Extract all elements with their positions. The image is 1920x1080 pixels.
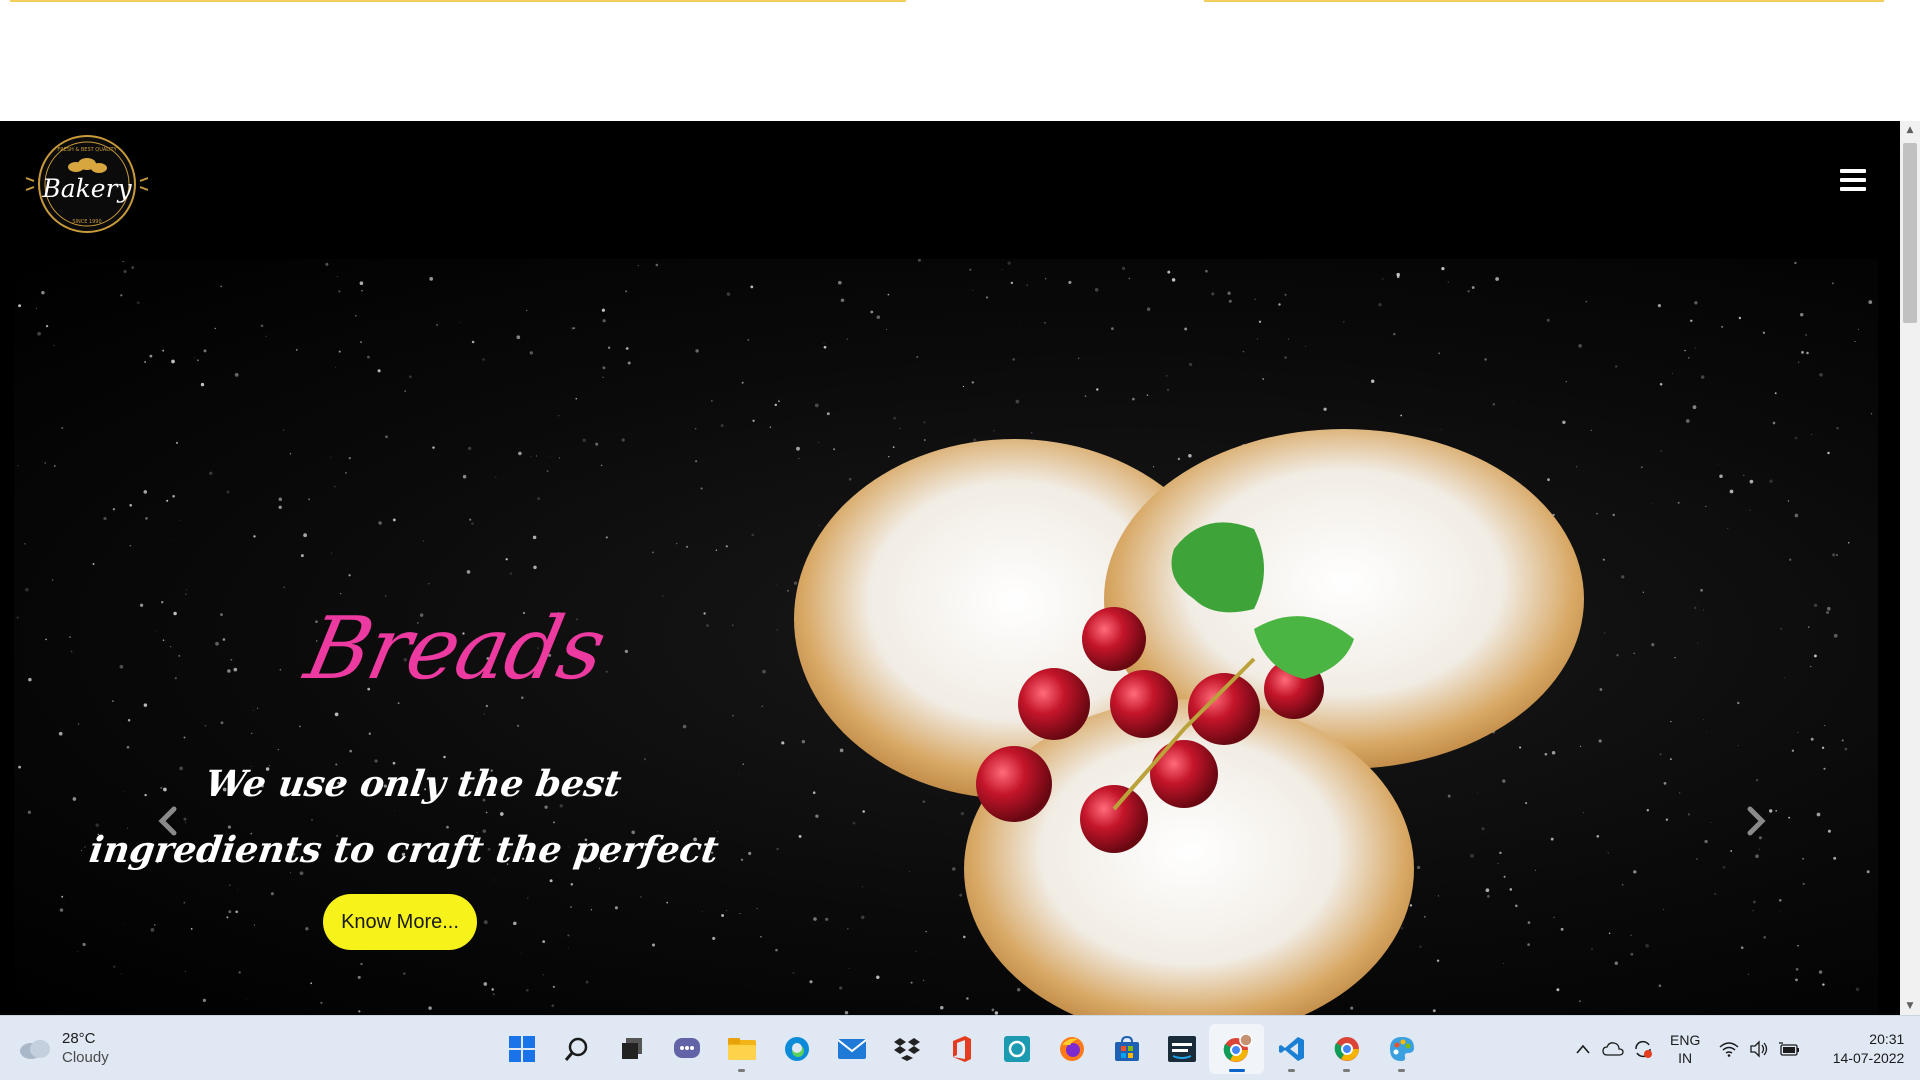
volume-icon[interactable] xyxy=(1744,1034,1774,1064)
windows-taskbar: 28°C Cloudy ENG IN 20:31 14-07-2022 xyxy=(0,1015,1920,1080)
vscode-icon[interactable] xyxy=(1264,1024,1319,1074)
dropbox-icon[interactable] xyxy=(879,1024,934,1074)
active-indicator xyxy=(1229,1069,1245,1072)
prime-video-icon[interactable] xyxy=(1154,1024,1209,1074)
weather-condition: Cloudy xyxy=(62,1049,109,1066)
battery-icon[interactable] xyxy=(1774,1034,1804,1064)
hamburger-bar xyxy=(1840,169,1866,173)
chrome-icon[interactable] xyxy=(1319,1024,1374,1074)
hamburger-menu-icon[interactable] xyxy=(1840,169,1866,191)
clock[interactable]: 20:31 14-07-2022 xyxy=(1824,1030,1905,1068)
language-indicator[interactable]: ENG IN xyxy=(1670,1031,1700,1067)
running-indicator xyxy=(1343,1069,1350,1072)
edge-icon[interactable] xyxy=(769,1024,824,1074)
navbar: Bakery FRESH & BEST QUALITY SINCE 1990 xyxy=(0,121,1900,259)
hamburger-bar xyxy=(1840,178,1866,182)
alexa-icon[interactable] xyxy=(989,1024,1044,1074)
know-more-button[interactable]: Know More... xyxy=(323,894,477,950)
top-strip xyxy=(0,0,1920,121)
taskbar-apps xyxy=(494,1024,1429,1074)
scroll-down-icon[interactable]: ▼ xyxy=(1900,997,1920,1015)
windows-start-icon[interactable] xyxy=(494,1024,549,1074)
clock-time: 20:31 xyxy=(1869,1031,1905,1047)
chrome-profile-icon[interactable] xyxy=(1209,1024,1264,1074)
file-explorer-icon[interactable] xyxy=(714,1024,769,1074)
scrollbar-thumb[interactable] xyxy=(1903,143,1917,323)
page: Bakery FRESH & BEST QUALITY SINCE 1990 B… xyxy=(0,121,1900,1015)
sync-icon[interactable] xyxy=(1628,1034,1658,1064)
logo-bottom-text: SINCE 1990 xyxy=(72,219,101,225)
wifi-icon[interactable] xyxy=(1714,1034,1744,1064)
cloud-icon xyxy=(20,1040,50,1059)
firefox-icon[interactable] xyxy=(1044,1024,1099,1074)
pastry-image xyxy=(794,429,1584,1015)
hamburger-bar xyxy=(1840,187,1866,191)
onedrive-cloud-icon[interactable] xyxy=(1598,1034,1628,1064)
office-icon[interactable] xyxy=(934,1024,989,1074)
task-view-icon[interactable] xyxy=(604,1024,659,1074)
clock-date: 14-07-2022 xyxy=(1832,1050,1905,1066)
hero-title: Breads xyxy=(297,599,613,699)
chevron-up-icon[interactable] xyxy=(1568,1034,1598,1064)
logo-top-text: FRESH & BEST QUALITY xyxy=(57,147,117,153)
mail-icon[interactable] xyxy=(824,1024,879,1074)
microsoft-store-icon[interactable] xyxy=(1099,1024,1154,1074)
search-icon[interactable] xyxy=(549,1024,604,1074)
language-line1: ENG xyxy=(1670,1032,1701,1048)
running-indicator xyxy=(1288,1069,1295,1072)
carousel-next-arrow-icon[interactable] xyxy=(1740,801,1770,841)
running-indicator xyxy=(1398,1069,1405,1072)
paint-icon[interactable] xyxy=(1374,1024,1429,1074)
gold-line-right xyxy=(1204,0,1884,2)
vertical-scrollbar[interactable]: ▲ ▼ xyxy=(1900,121,1920,1015)
hero-carousel: Breads We use only the best ingredients … xyxy=(14,259,1878,1015)
logo-name: Bakery xyxy=(41,174,132,203)
running-indicator xyxy=(738,1069,745,1072)
bakery-logo[interactable]: Bakery FRESH & BEST QUALITY SINCE 1990 xyxy=(24,131,150,237)
weather-temp: 28°C xyxy=(62,1030,96,1047)
language-line2: IN xyxy=(1678,1050,1693,1066)
weather-text: 28°C Cloudy xyxy=(62,1029,109,1067)
carousel-prev-arrow-icon[interactable] xyxy=(154,801,184,841)
scroll-up-icon[interactable]: ▲ xyxy=(1900,121,1920,139)
chat-icon[interactable] xyxy=(659,1024,714,1074)
system-tray: ENG IN 20:31 14-07-2022 xyxy=(1568,1024,1904,1074)
gold-line-left xyxy=(10,0,906,2)
weather-widget[interactable]: 28°C Cloudy xyxy=(18,1026,109,1070)
